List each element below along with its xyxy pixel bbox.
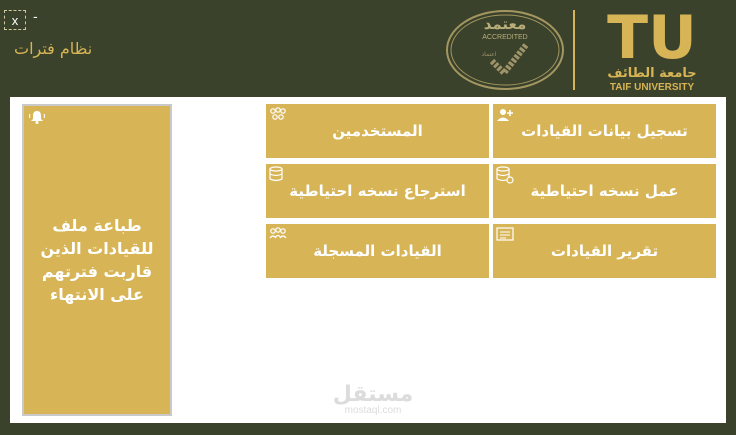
close-button[interactable]: x xyxy=(4,10,26,30)
report-icon xyxy=(496,227,514,241)
database-backup-icon xyxy=(496,166,514,184)
tile-label: المستخدمين xyxy=(332,122,423,140)
print-expiring-leaders-button[interactable]: طباعة ملف للقيادات الذين قاربت فترتهم عل… xyxy=(22,104,172,416)
add-user-icon xyxy=(497,109,513,121)
app-title: نظام فترات xyxy=(14,39,93,58)
tile-label: استرجاع نسخه احتياطية xyxy=(289,182,466,200)
tile-label: القيادات المسجلة xyxy=(313,242,442,260)
restore-backup-button[interactable]: استرجاع نسخه احتياطية xyxy=(266,164,489,218)
accreditation-seal-logo: معتمد ACCREDITED اعتماد xyxy=(446,10,564,90)
database-restore-icon xyxy=(269,166,283,182)
registered-leaders-button[interactable]: القيادات المسجلة xyxy=(266,224,489,278)
print-card-label: طباعة ملف للقيادات الذين قاربت فترتهم عل… xyxy=(40,216,154,304)
tile-label: عمل نسخه احتياطية xyxy=(530,182,679,200)
create-backup-button[interactable]: عمل نسخه احتياطية xyxy=(493,164,716,218)
bell-icon xyxy=(29,111,45,124)
users-group-icon xyxy=(270,107,286,120)
watermark-arabic: مستقل xyxy=(332,382,414,407)
minimize-button[interactable]: - xyxy=(33,8,38,24)
logo-arabic-name: جامعة الطائف xyxy=(607,66,696,81)
leaders-report-button[interactable]: تقرير القيادات xyxy=(493,224,716,278)
seal-english-text: ACCREDITED xyxy=(482,34,528,41)
leaders-group-icon xyxy=(269,227,287,239)
watermark-english: mostaql.com xyxy=(344,405,402,416)
tile-label: تسجيل بيانات القيادات xyxy=(521,122,688,140)
taif-university-logo: TU جامعة الطائف TAIF UNIVERSITY xyxy=(573,6,697,93)
logo-english-name: TAIF UNIVERSITY xyxy=(610,82,695,93)
title-bar: x - نظام فترات معتمد ACCREDITED اعتماد T… xyxy=(0,0,736,97)
register-leaders-button[interactable]: تسجيل بيانات القيادات xyxy=(493,104,716,158)
users-button[interactable]: المستخدمين xyxy=(266,104,489,158)
tile-label: تقرير القيادات xyxy=(550,242,659,260)
seal-inner-text: اعتماد xyxy=(481,51,496,58)
seal-arabic-text: معتمد xyxy=(484,15,527,33)
logo-mark: TU xyxy=(607,6,697,73)
main-panel: طباعة ملف للقيادات الذين قاربت فترتهم عل… xyxy=(10,97,726,423)
mostaql-watermark: مستقل mostaql.com xyxy=(323,384,423,418)
